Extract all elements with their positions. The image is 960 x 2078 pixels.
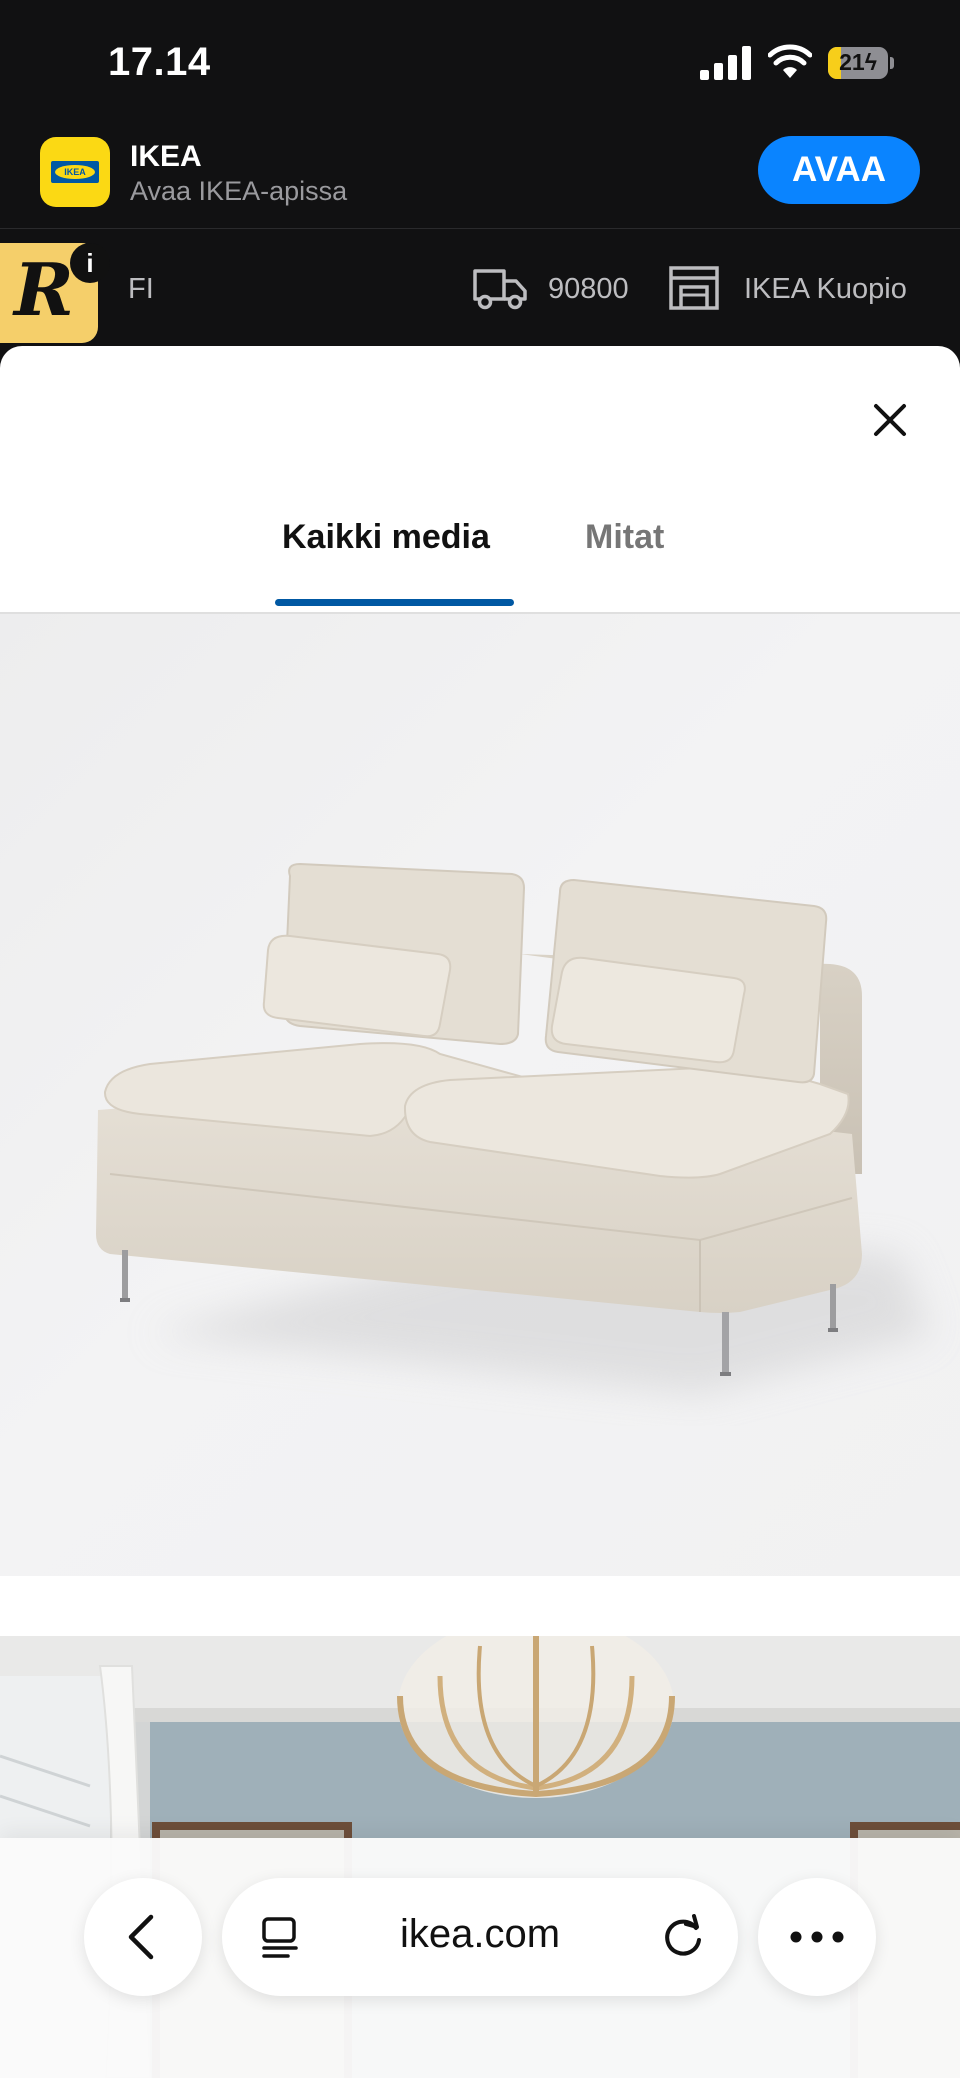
extension-badge-letter: R xyxy=(14,247,74,332)
reload-icon[interactable] xyxy=(660,1914,706,1960)
tab-dimensions[interactable]: Mitat xyxy=(585,496,664,614)
battery-indicator: 21ϟ xyxy=(828,47,894,79)
store-icon[interactable] xyxy=(668,265,720,311)
cellular-signal-icon xyxy=(700,46,751,80)
media-tabs: Kaikki media Mitat xyxy=(0,496,960,614)
postal-code[interactable]: 90800 xyxy=(548,273,629,306)
chevron-left-icon xyxy=(128,1914,154,1960)
close-icon xyxy=(874,404,906,436)
delivery-truck-icon[interactable] xyxy=(472,265,528,311)
active-tab-indicator xyxy=(275,599,514,606)
ikea-app-icon[interactable]: IKEA xyxy=(40,137,110,207)
wifi-icon xyxy=(768,44,812,78)
extension-badge[interactable]: R i xyxy=(0,243,110,343)
browser-toolbar: ikea.com xyxy=(0,1838,960,2078)
close-button[interactable] xyxy=(862,392,918,448)
more-icon xyxy=(790,1931,844,1943)
info-icon[interactable]: i xyxy=(70,243,110,283)
tab-all-media[interactable]: Kaikki media xyxy=(282,496,490,614)
product-image[interactable] xyxy=(0,614,960,1576)
sofa-illustration xyxy=(96,862,930,1394)
open-in-app-button[interactable]: AVAA xyxy=(758,136,920,204)
battery-level: 21ϟ xyxy=(839,49,877,75)
more-button[interactable] xyxy=(758,1878,876,1996)
charging-bolt-icon: ϟ xyxy=(864,49,877,75)
status-bar: 17.14 21ϟ xyxy=(0,0,960,128)
banner-subtitle: Avaa IKEA-apissa xyxy=(130,176,348,206)
language-selector[interactable]: FI xyxy=(128,273,154,306)
back-button[interactable] xyxy=(84,1878,202,1996)
smart-app-banner: IKEA IKEA Avaa IKEA-apissa AVAA xyxy=(0,128,960,228)
banner-app-name: IKEA xyxy=(130,140,202,173)
location-strip: R i FI 90800 IKEA Kuopio xyxy=(0,228,960,346)
media-modal: Kaikki media Mitat xyxy=(0,346,960,2078)
store-name[interactable]: IKEA Kuopio xyxy=(744,273,907,306)
status-time: 17.14 xyxy=(108,40,211,84)
address-bar[interactable]: ikea.com xyxy=(222,1878,738,1996)
